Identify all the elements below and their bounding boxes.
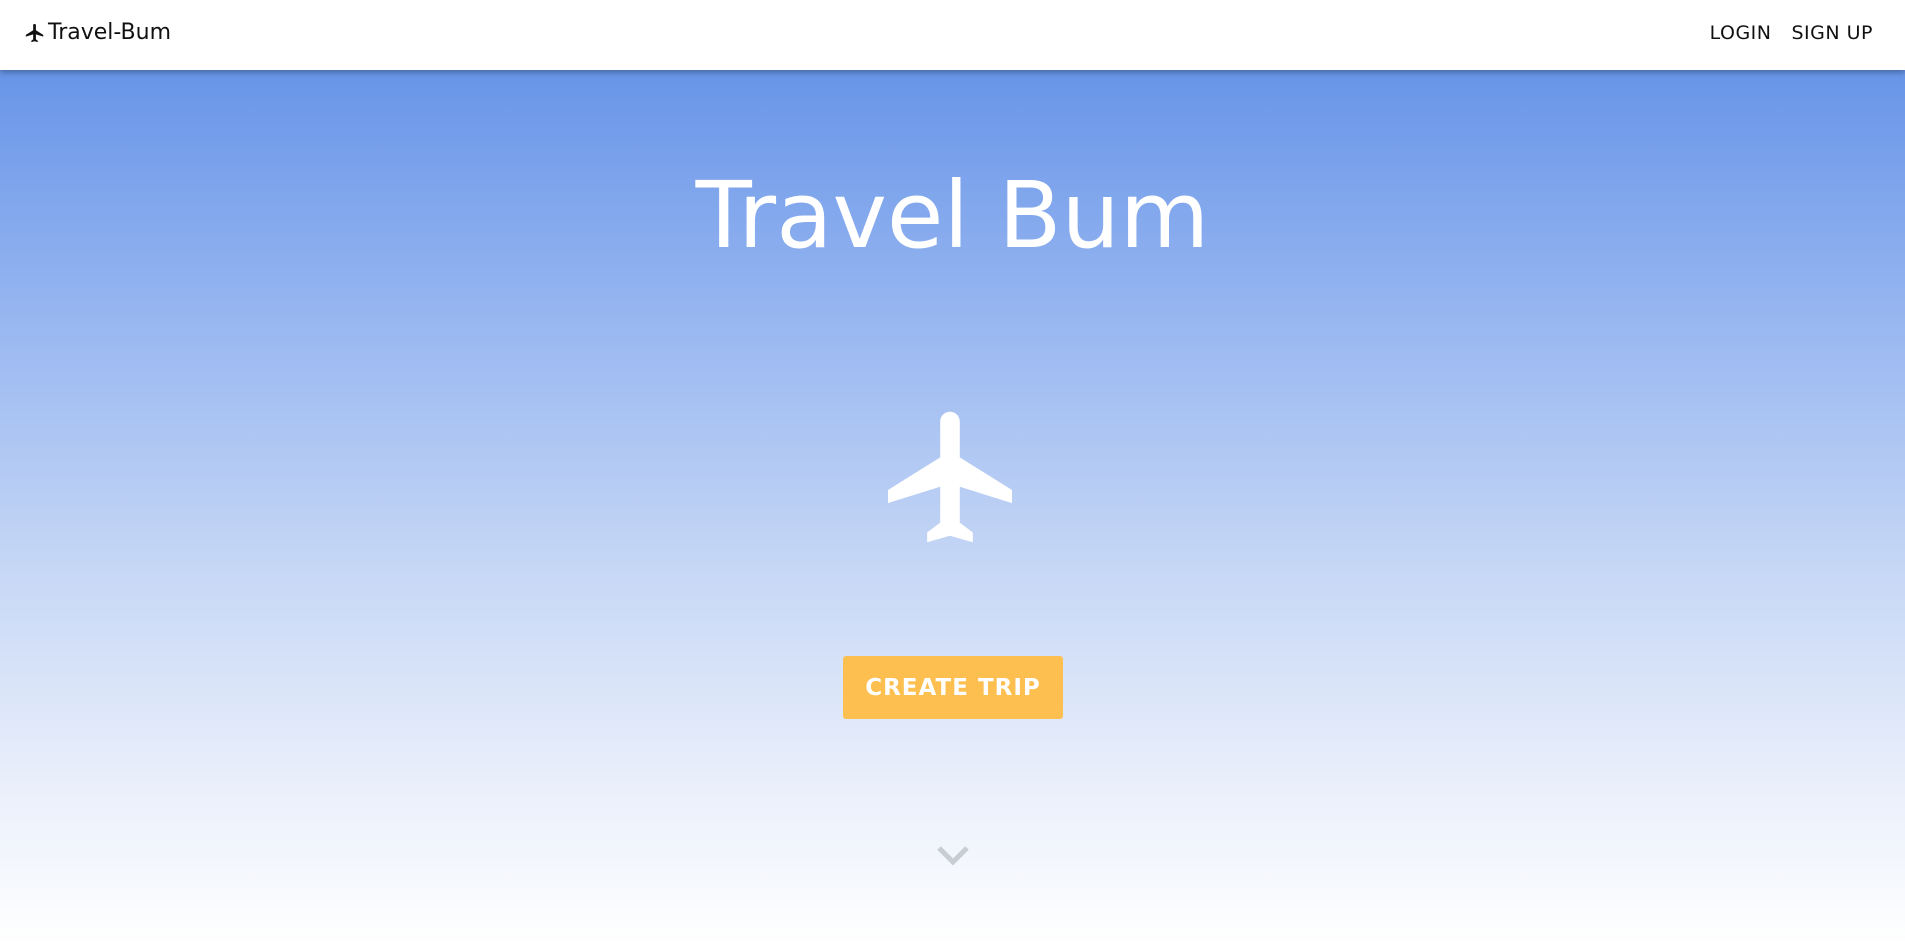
- login-link[interactable]: LOGIN: [1710, 22, 1772, 44]
- airplane-icon: [25, 23, 44, 42]
- brand-label: Travel-Bum: [48, 20, 172, 45]
- sign-up-link[interactable]: SIGN UP: [1791, 22, 1873, 44]
- hero-section: Travel Bum CREATE TRIP: [0, 70, 1905, 946]
- brand-link[interactable]: Travel-Bum: [24, 20, 171, 45]
- chevron-down-icon[interactable]: [935, 842, 971, 868]
- create-trip-button[interactable]: CREATE TRIP: [843, 656, 1063, 719]
- airplane-icon: [888, 411, 1012, 543]
- hero-title: Travel Bum: [695, 162, 1210, 269]
- top-navbar: Travel-Bum LOGIN SIGN UP: [0, 0, 1905, 70]
- nav-links: LOGIN SIGN UP: [1710, 22, 1873, 44]
